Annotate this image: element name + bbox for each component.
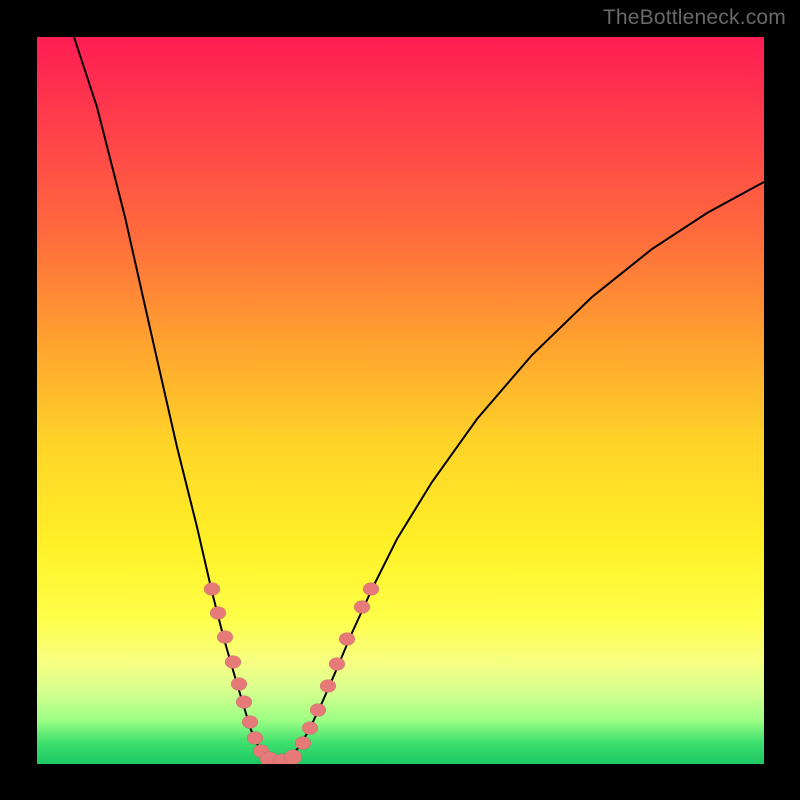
data-marker xyxy=(295,736,311,749)
curve-left-branch xyxy=(74,37,279,763)
data-marker xyxy=(354,600,370,613)
watermark-text: TheBottleneck.com xyxy=(603,6,786,30)
curve-group xyxy=(74,37,764,763)
data-marker xyxy=(284,750,302,764)
data-marker xyxy=(242,715,258,728)
data-marker xyxy=(217,630,233,643)
data-marker xyxy=(236,695,252,708)
data-marker xyxy=(329,657,345,670)
data-marker xyxy=(247,731,263,744)
data-marker xyxy=(210,606,226,619)
data-marker xyxy=(363,582,379,595)
data-marker xyxy=(204,582,220,595)
data-marker xyxy=(339,632,355,645)
marker-group xyxy=(204,582,379,764)
data-marker xyxy=(231,677,247,690)
curve-right-branch xyxy=(279,182,764,763)
data-marker xyxy=(310,703,326,716)
plot-area xyxy=(37,37,764,764)
chart-svg xyxy=(37,37,764,764)
outer-frame: TheBottleneck.com xyxy=(0,0,800,800)
data-marker xyxy=(302,721,318,734)
data-marker xyxy=(320,679,336,692)
data-marker xyxy=(225,655,241,668)
